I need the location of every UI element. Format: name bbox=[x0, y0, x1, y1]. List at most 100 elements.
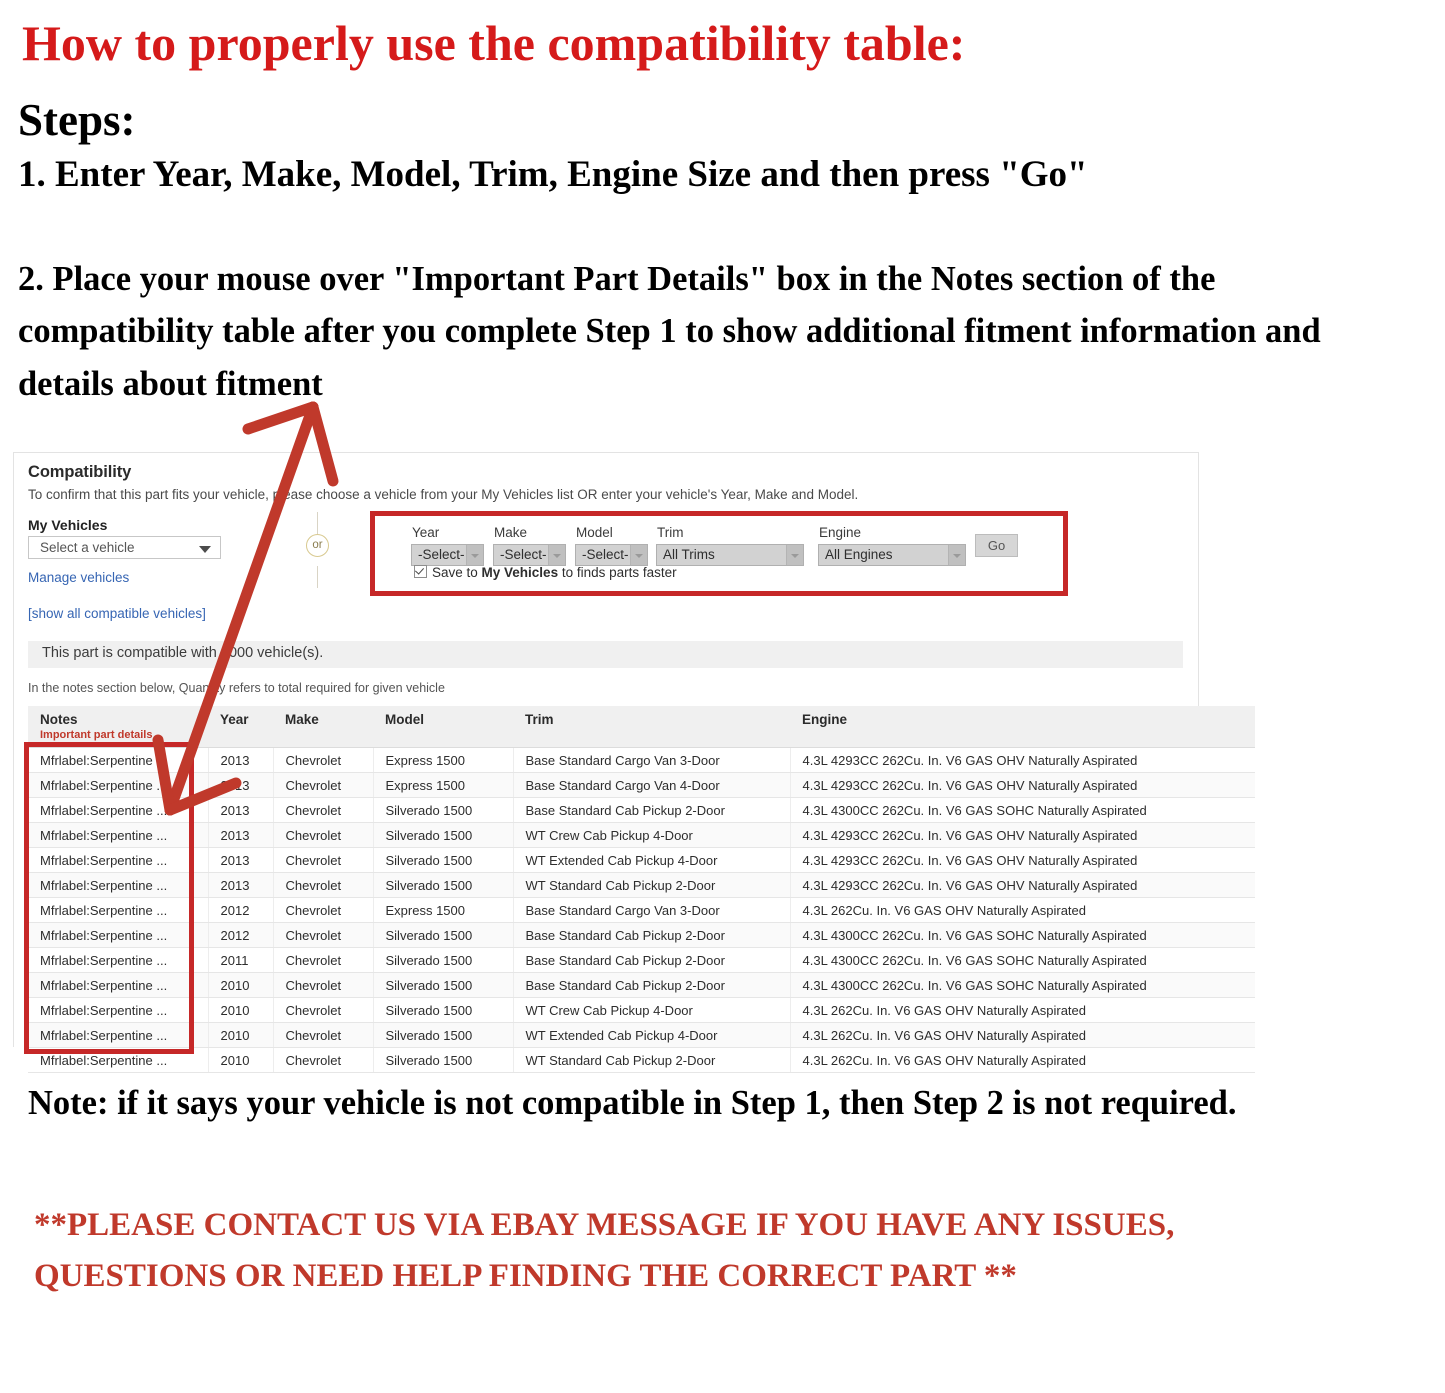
cell-engine: 4.3L 262Cu. In. V6 GAS OHV Naturally Asp… bbox=[790, 1047, 1255, 1073]
cell-notes[interactable]: Mfrlabel:Serpentine ... bbox=[28, 997, 209, 1023]
cell-make: Chevrolet bbox=[273, 1047, 374, 1073]
cell-model: Silverado 1500 bbox=[373, 847, 514, 873]
bottom-note: Note: if it says your vehicle is not com… bbox=[28, 1084, 1237, 1122]
cell-year: 2013 bbox=[208, 747, 274, 773]
table-row: Mfrlabel:Serpentine ... 2013 Chevrolet Expr… bbox=[28, 772, 1255, 798]
compatibility-heading: Compatibility bbox=[28, 463, 132, 481]
cell-trim: WT Extended Cab Pickup 4-Door bbox=[513, 847, 791, 873]
cell-engine: 4.3L 4293CC 262Cu. In. V6 GAS OHV Natura… bbox=[790, 847, 1255, 873]
cell-year: 2013 bbox=[208, 872, 274, 898]
column-header-model[interactable]: Model bbox=[373, 706, 513, 748]
contact-note: **PLEASE CONTACT US VIA EBAY MESSAGE IF … bbox=[34, 1207, 1175, 1295]
my-vehicles-label: My Vehicles bbox=[28, 517, 108, 533]
cell-engine: 4.3L 262Cu. In. V6 GAS OHV Naturally Asp… bbox=[790, 997, 1255, 1023]
chevron-down-icon bbox=[199, 546, 211, 553]
cell-notes[interactable]: Mfrlabel:Serpentine ... bbox=[28, 872, 209, 898]
model-select[interactable]: -Select- bbox=[575, 544, 648, 566]
cell-notes[interactable]: Mfrlabel:Serpentine ... bbox=[28, 1022, 209, 1048]
year-select-arrow-button[interactable] bbox=[466, 545, 483, 565]
cell-notes[interactable]: Mfrlabel:Serpentine ... bbox=[28, 847, 209, 873]
column-header-year[interactable]: Year bbox=[208, 706, 273, 748]
save-to-my-vehicles-row[interactable]: Save to My Vehicles to finds parts faste… bbox=[414, 565, 677, 580]
cell-make: Chevrolet bbox=[273, 972, 374, 998]
cell-model: Express 1500 bbox=[373, 897, 514, 923]
column-header-trim[interactable]: Trim bbox=[513, 706, 790, 748]
cell-trim: WT Extended Cab Pickup 4-Door bbox=[513, 1022, 791, 1048]
trim-select-arrow-button[interactable] bbox=[786, 545, 803, 565]
table-row: Mfrlabel:Serpentine ... 2011 Chevrolet Silv… bbox=[28, 947, 1255, 973]
make-select[interactable]: -Select- bbox=[493, 544, 566, 566]
cell-engine: 4.3L 4293CC 262Cu. In. V6 GAS OHV Natura… bbox=[790, 772, 1255, 798]
cell-engine: 4.3L 4300CC 262Cu. In. V6 GAS SOHC Natur… bbox=[790, 972, 1255, 998]
cell-make: Chevrolet bbox=[273, 747, 374, 773]
trim-select[interactable]: All Trims bbox=[656, 544, 804, 566]
field-trim-label: Trim bbox=[657, 525, 684, 540]
cell-make: Chevrolet bbox=[273, 1022, 374, 1048]
go-button[interactable]: Go bbox=[975, 534, 1018, 557]
compatibility-subtitle: To confirm that this part fits your vehi… bbox=[28, 487, 859, 502]
chevron-down-icon bbox=[953, 554, 961, 558]
cell-notes[interactable]: Mfrlabel:Serpentine ... bbox=[28, 922, 209, 948]
engine-select[interactable]: All Engines bbox=[818, 544, 966, 566]
field-model-label: Model bbox=[576, 525, 613, 540]
cell-notes[interactable]: Mfrlabel:Serpentine ... bbox=[28, 1047, 209, 1073]
cell-trim: Base Standard Cab Pickup 2-Door bbox=[513, 972, 791, 998]
cell-model: Silverado 1500 bbox=[373, 872, 514, 898]
cell-engine: 4.3L 4300CC 262Cu. In. V6 GAS SOHC Natur… bbox=[790, 797, 1255, 823]
cell-engine: 4.3L 262Cu. In. V6 GAS OHV Naturally Asp… bbox=[790, 1022, 1255, 1048]
chevron-down-icon bbox=[635, 554, 643, 558]
table-row: Mfrlabel:Serpentine ... 2013 Chevrolet Silv… bbox=[28, 797, 1255, 823]
page-title: How to properly use the compatibility ta… bbox=[22, 15, 966, 71]
show-all-compatible-vehicles-link[interactable]: [show all compatible vehicles] bbox=[28, 606, 206, 621]
cell-notes[interactable]: Mfrlabel:Serpentine ... bbox=[28, 822, 209, 848]
cell-notes[interactable]: Mfrlabel:Serpentine ... bbox=[28, 772, 209, 798]
column-header-make[interactable]: Make bbox=[273, 706, 373, 748]
table-row: Mfrlabel:Serpentine ... 2010 Chevrolet Silv… bbox=[28, 972, 1255, 998]
cell-notes[interactable]: Mfrlabel:Serpentine ... bbox=[28, 947, 209, 973]
cell-notes[interactable]: Mfrlabel:Serpentine ... bbox=[28, 747, 209, 773]
cell-make: Chevrolet bbox=[273, 797, 374, 823]
save-prefix-text: Save to bbox=[432, 565, 482, 580]
cell-year: 2013 bbox=[208, 772, 274, 798]
column-header-notes-label: Notes bbox=[40, 712, 78, 727]
make-select-arrow-button[interactable] bbox=[548, 545, 565, 565]
year-select-value: -Select- bbox=[418, 547, 465, 562]
cell-notes[interactable]: Mfrlabel:Serpentine ... bbox=[28, 972, 209, 998]
steps-label: Steps: bbox=[18, 95, 136, 145]
trim-select-value: All Trims bbox=[663, 547, 715, 562]
important-part-details-label[interactable]: Important part details bbox=[40, 729, 208, 741]
notes-quantity-hint: In the notes section below, Quantity ref… bbox=[28, 681, 445, 695]
cell-model: Express 1500 bbox=[373, 772, 514, 798]
column-header-notes[interactable]: Notes Important part details bbox=[28, 706, 208, 748]
cell-model: Express 1500 bbox=[373, 747, 514, 773]
cell-model: Silverado 1500 bbox=[373, 822, 514, 848]
engine-select-value: All Engines bbox=[825, 547, 893, 562]
chevron-down-icon bbox=[471, 554, 479, 558]
or-badge-label: or bbox=[312, 539, 323, 551]
cell-year: 2012 bbox=[208, 922, 274, 948]
save-to-my-vehicles-checkbox[interactable] bbox=[414, 565, 427, 578]
table-row: Mfrlabel:Serpentine ... 2010 Chevrolet Silv… bbox=[28, 1047, 1255, 1073]
cell-model: Silverado 1500 bbox=[373, 1047, 514, 1073]
cell-year: 2011 bbox=[208, 947, 274, 973]
cell-engine: 4.3L 4293CC 262Cu. In. V6 GAS OHV Natura… bbox=[790, 747, 1255, 773]
cell-make: Chevrolet bbox=[273, 997, 374, 1023]
table-row: Mfrlabel:Serpentine ... 2013 Chevrolet Expr… bbox=[28, 747, 1255, 773]
table-row: Mfrlabel:Serpentine ... 2012 Chevrolet Expr… bbox=[28, 897, 1255, 923]
cell-trim: WT Crew Cab Pickup 4-Door bbox=[513, 997, 791, 1023]
cell-make: Chevrolet bbox=[273, 872, 374, 898]
cell-model: Silverado 1500 bbox=[373, 947, 514, 973]
or-divider: or bbox=[303, 512, 333, 588]
model-select-arrow-button[interactable] bbox=[630, 545, 647, 565]
cell-make: Chevrolet bbox=[273, 897, 374, 923]
year-select[interactable]: -Select- bbox=[411, 544, 484, 566]
manage-vehicles-link[interactable]: Manage vehicles bbox=[28, 570, 129, 585]
cell-notes[interactable]: Mfrlabel:Serpentine ... bbox=[28, 897, 209, 923]
cell-notes[interactable]: Mfrlabel:Serpentine ... bbox=[28, 797, 209, 823]
column-header-engine[interactable]: Engine bbox=[790, 706, 1255, 748]
engine-select-arrow-button[interactable] bbox=[948, 545, 965, 565]
cell-engine: 4.3L 4300CC 262Cu. In. V6 GAS SOHC Natur… bbox=[790, 922, 1255, 948]
step-2-text: 2. Place your mouse over "Important Part… bbox=[18, 260, 1321, 403]
cell-model: Silverado 1500 bbox=[373, 997, 514, 1023]
my-vehicles-select[interactable]: Select a vehicle bbox=[28, 536, 221, 559]
